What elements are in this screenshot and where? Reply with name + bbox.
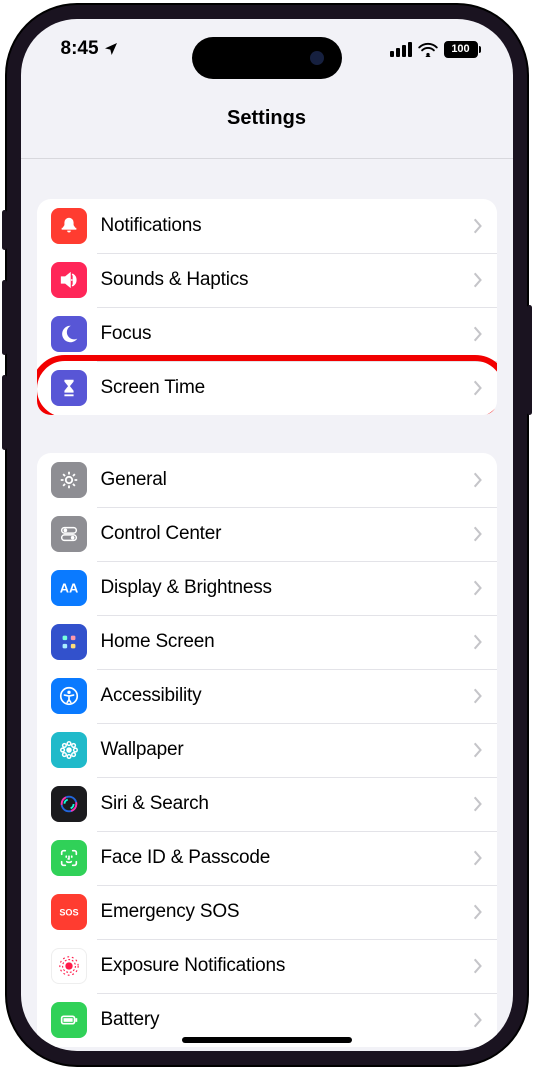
battery-level: 100 [451, 43, 469, 55]
row-notifications[interactable]: Notifications [37, 199, 497, 253]
exposure-icon [51, 948, 87, 984]
power-button [527, 305, 532, 415]
nav-header: Settings [21, 79, 513, 159]
row-focus[interactable]: Focus [37, 307, 497, 361]
chevron-right-icon [473, 325, 483, 343]
svg-text:SOS: SOS [59, 908, 78, 918]
row-label: Home Screen [101, 631, 473, 653]
chevron-right-icon [473, 795, 483, 813]
chevron-right-icon [473, 633, 483, 651]
row-sounds[interactable]: Sounds & Haptics [37, 253, 497, 307]
aa-icon: AA [51, 570, 87, 606]
row-home-screen[interactable]: Home Screen [37, 615, 497, 669]
dynamic-island [192, 37, 342, 79]
status-time: 8:45 [61, 38, 99, 60]
chevron-right-icon [473, 741, 483, 759]
chevron-right-icon [473, 1011, 483, 1029]
chevron-right-icon [473, 217, 483, 235]
home-indicator[interactable] [182, 1037, 352, 1043]
cellular-icon [390, 42, 412, 57]
row-exposure[interactable]: Exposure Notifications [37, 939, 497, 993]
chevron-right-icon [473, 579, 483, 597]
row-label: Emergency SOS [101, 901, 473, 923]
row-wallpaper[interactable]: Wallpaper [37, 723, 497, 777]
status-right: 100 [390, 41, 481, 58]
row-label: General [101, 469, 473, 491]
settings-group-2: General Control Center AA Display & Brig… [37, 453, 497, 1047]
person-circle-icon [51, 678, 87, 714]
phone-frame: 8:45 100 Settings [7, 5, 527, 1065]
screen: 8:45 100 Settings [21, 19, 513, 1051]
chevron-right-icon [473, 271, 483, 289]
chevron-right-icon [473, 849, 483, 867]
row-label: Control Center [101, 523, 473, 545]
row-sos[interactable]: SOS Emergency SOS [37, 885, 497, 939]
grid-icon [51, 624, 87, 660]
chevron-right-icon [473, 525, 483, 543]
sos-icon: SOS [51, 894, 87, 930]
page-title: Settings [227, 107, 306, 130]
settings-group-1: Notifications Sounds & Haptics Focus [37, 199, 497, 415]
row-label: Sounds & Haptics [101, 269, 473, 291]
status-left: 8:45 [61, 38, 119, 60]
side-button [2, 210, 7, 250]
row-display[interactable]: AA Display & Brightness [37, 561, 497, 615]
row-label: Notifications [101, 215, 473, 237]
row-general[interactable]: General [37, 453, 497, 507]
row-label: Display & Brightness [101, 577, 473, 599]
settings-list[interactable]: Notifications Sounds & Haptics Focus [21, 159, 513, 1051]
row-label: Wallpaper [101, 739, 473, 761]
gear-icon [51, 462, 87, 498]
location-icon [103, 41, 119, 57]
speaker-icon [51, 262, 87, 298]
row-siri[interactable]: Siri & Search [37, 777, 497, 831]
wifi-icon [418, 42, 438, 57]
chevron-right-icon [473, 471, 483, 489]
battery-icon: 100 [444, 41, 481, 58]
chevron-right-icon [473, 957, 483, 975]
battery-row-icon [51, 1002, 87, 1038]
svg-text:AA: AA [59, 581, 78, 596]
row-label: Face ID & Passcode [101, 847, 473, 869]
row-label: Exposure Notifications [101, 955, 473, 977]
siri-icon [51, 786, 87, 822]
row-screen-time[interactable]: Screen Time [37, 361, 497, 415]
volume-up-button [2, 280, 7, 355]
hourglass-icon [51, 370, 87, 406]
switches-icon [51, 516, 87, 552]
face-icon [51, 840, 87, 876]
chevron-right-icon [473, 379, 483, 397]
row-label: Siri & Search [101, 793, 473, 815]
chevron-right-icon [473, 903, 483, 921]
row-accessibility[interactable]: Accessibility [37, 669, 497, 723]
row-label: Accessibility [101, 685, 473, 707]
row-faceid[interactable]: Face ID & Passcode [37, 831, 497, 885]
row-label: Screen Time [101, 377, 473, 399]
row-label: Battery [101, 1009, 473, 1031]
chevron-right-icon [473, 687, 483, 705]
moon-icon [51, 316, 87, 352]
volume-down-button [2, 375, 7, 450]
flower-icon [51, 732, 87, 768]
row-label: Focus [101, 323, 473, 345]
row-control-center[interactable]: Control Center [37, 507, 497, 561]
bell-icon [51, 208, 87, 244]
